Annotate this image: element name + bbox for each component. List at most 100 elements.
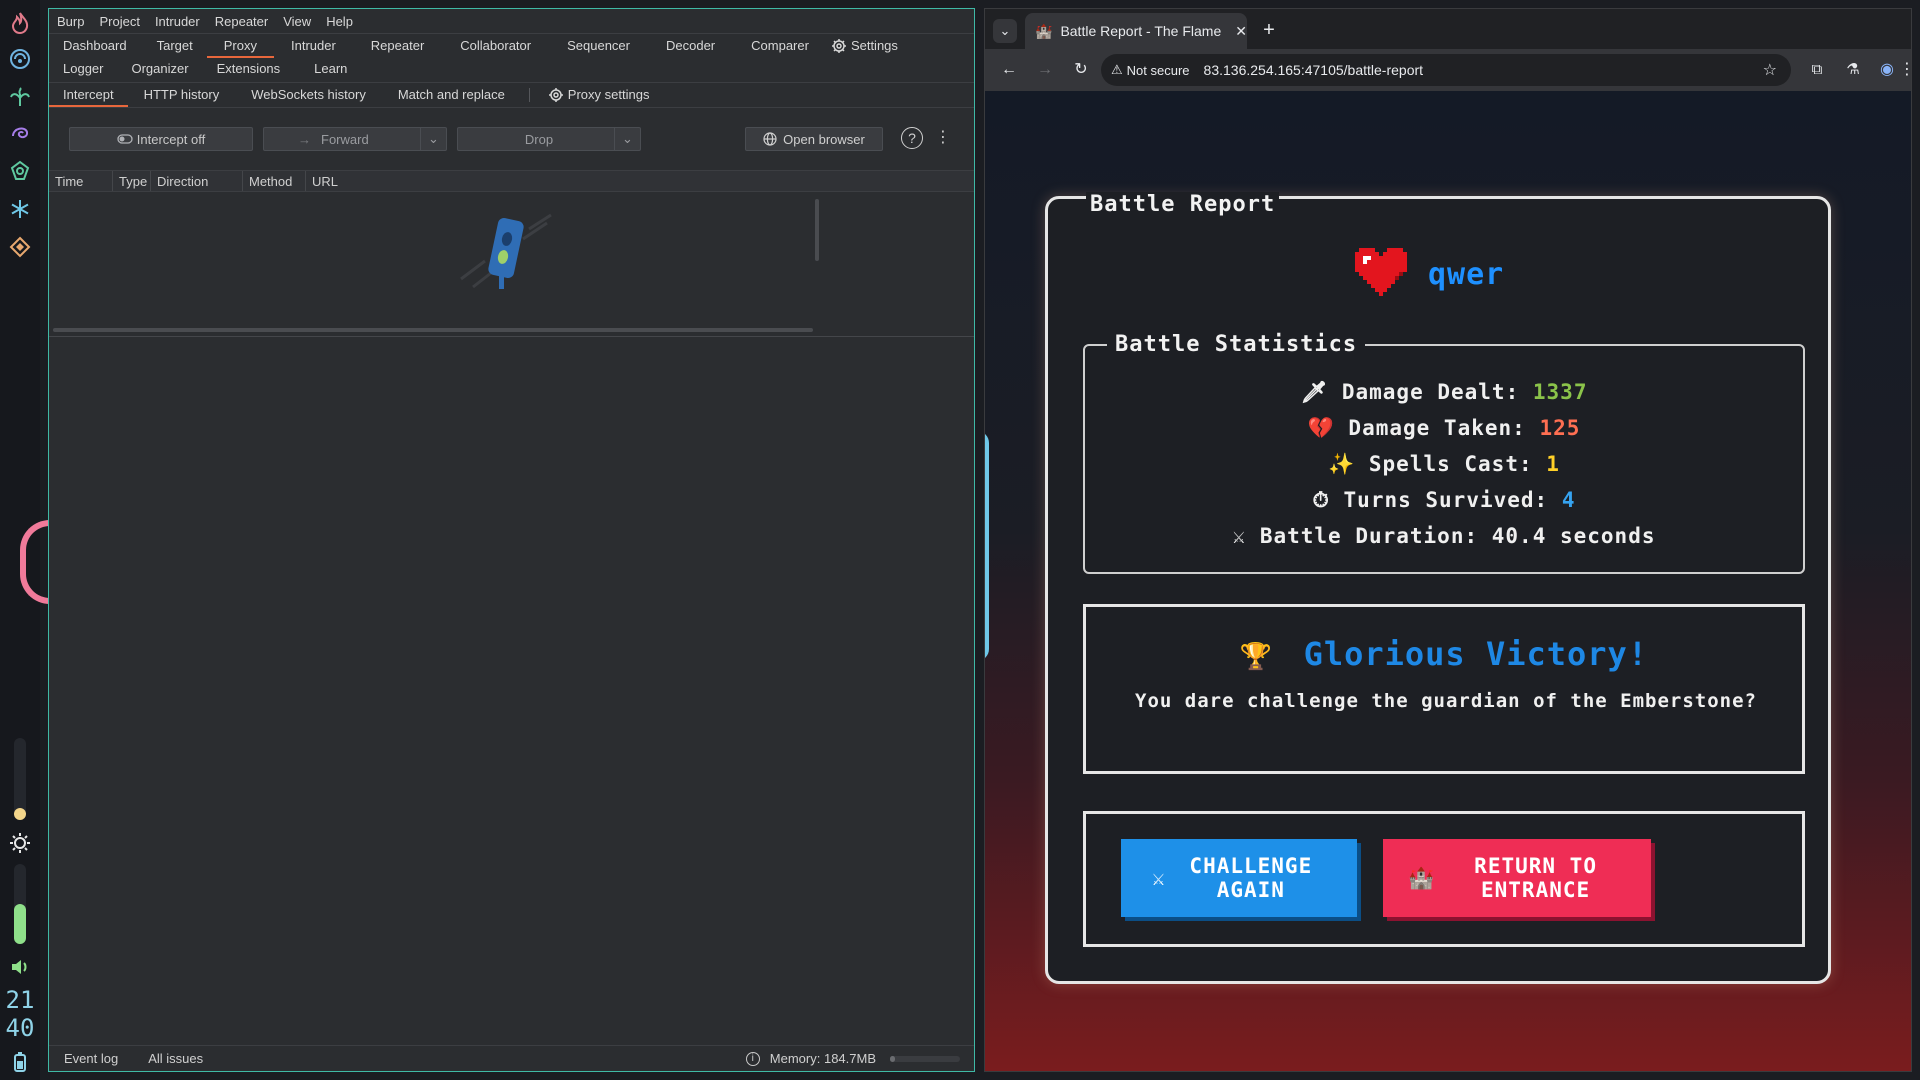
reload-icon[interactable]: ↻ [1069, 58, 1093, 82]
column-type[interactable]: Type [113, 171, 151, 191]
column-method[interactable]: Method [243, 171, 306, 191]
tab-target[interactable]: Target [141, 34, 207, 58]
volume-slider-fill [14, 904, 26, 944]
event-log-link[interactable]: Event log [64, 1051, 118, 1066]
tab-extensions[interactable]: Extensions [203, 57, 295, 81]
battle-statistics-panel: Battle Statistics 🗡 Damage Dealt: 1337 💔… [1083, 332, 1805, 574]
wallpaper-ring [20, 520, 50, 604]
stat-value: 125 [1539, 416, 1581, 440]
all-issues-link[interactable]: All issues [148, 1051, 203, 1066]
return-to-entrance-button[interactable]: 🏰 RETURN TO ENTRANCE [1383, 839, 1651, 917]
drop-button[interactable]: Drop ⌄ [457, 127, 641, 151]
settings-button[interactable]: Settings [827, 34, 898, 58]
tab-decoder[interactable]: Decoder [648, 34, 733, 58]
open-browser-button[interactable]: Open browser [745, 127, 883, 151]
swirl-app-icon[interactable] [8, 121, 32, 145]
victory-heading: 🏆 Glorious Victory! [1086, 635, 1802, 673]
chevron-down-icon[interactable]: ⌄ [420, 128, 446, 150]
stat-value: 4 [1561, 488, 1576, 512]
back-icon[interactable]: ← [997, 58, 1021, 82]
tab-learn[interactable]: Learn [294, 57, 367, 81]
tab-logger[interactable]: Logger [49, 57, 117, 81]
menu-burp[interactable]: Burp [57, 14, 84, 29]
settings-label: Settings [850, 38, 898, 53]
split-divider[interactable] [49, 336, 974, 337]
warning-icon: ⚠ [1111, 62, 1123, 77]
help-icon[interactable]: ? [901, 127, 923, 149]
subtab-match-replace[interactable]: Match and replace [382, 83, 521, 107]
labs-flask-icon[interactable]: ⚗ [1841, 58, 1865, 82]
menu-repeater[interactable]: Repeater [215, 14, 268, 29]
tab-search-icon[interactable]: ⌄ [993, 19, 1017, 43]
menu-view[interactable]: View [283, 14, 311, 29]
brightness-slider-track[interactable] [14, 738, 26, 818]
vertical-scrollbar[interactable] [815, 199, 819, 261]
subtab-websockets-history[interactable]: WebSockets history [235, 83, 382, 107]
stat-label: Damage Dealt: [1341, 380, 1520, 404]
chrome-toolbar: ← → ↻ ⚠ Not secure 83.136.254.165:47105/… [985, 49, 1915, 91]
tab-intruder[interactable]: Intruder [274, 34, 353, 58]
menu-help[interactable]: Help [326, 14, 353, 29]
close-tab-icon[interactable]: ✕ [1235, 23, 1247, 40]
tab-collaborator[interactable]: Collaborator [442, 34, 549, 58]
sparkles-icon: ✨ [1328, 452, 1356, 476]
tab-title: Battle Report - The Flame [1060, 23, 1222, 39]
column-url[interactable]: URL [306, 171, 974, 191]
gear-icon [548, 88, 563, 102]
wifi-app-icon[interactable] [8, 47, 32, 71]
stat-turns-survived: ⏱ Turns Survived: 4 [1085, 488, 1803, 513]
plant-app-icon[interactable] [8, 85, 32, 109]
tab-proxy[interactable]: Proxy [206, 34, 275, 58]
memory-label: Memory: 184.7MB [769, 1051, 876, 1066]
flame-app-icon[interactable] [8, 11, 32, 35]
challenge-again-button[interactable]: ⚔ CHALLENGE AGAIN [1121, 839, 1357, 917]
diamond-app-icon[interactable] [8, 235, 32, 259]
memory-indicator: i Memory: 184.7MB [745, 1051, 960, 1066]
intercept-toggle-button[interactable]: Intercept off [69, 127, 253, 151]
extensions-icon[interactable]: ⧉ [1805, 58, 1829, 82]
victory-message: You dare challenge the guardian of the E… [1135, 690, 1757, 712]
brightness-slider-knob[interactable] [14, 808, 26, 820]
horizontal-scrollbar[interactable] [53, 328, 813, 332]
background-ring [985, 431, 989, 661]
chrome-menu-icon[interactable]: ⋮ [1899, 58, 1915, 82]
browser-tab[interactable]: 🏰 Battle Report - The Flame ✕ [1025, 13, 1247, 49]
snowflake-app-icon[interactable] [8, 197, 32, 221]
tab-sequencer[interactable]: Sequencer [549, 34, 648, 58]
menu-intruder[interactable]: Intruder [155, 14, 200, 29]
stopwatch-icon: ⏱ [1312, 488, 1330, 512]
stat-value: 40.4 seconds [1491, 524, 1656, 548]
profile-icon[interactable]: ◉ [1875, 58, 1899, 82]
subtab-http-history[interactable]: HTTP history [128, 83, 236, 107]
chevron-down-icon[interactable]: ⌄ [614, 128, 640, 150]
info-icon: i [745, 1051, 760, 1066]
proxy-settings-button[interactable]: Proxy settings [538, 83, 660, 107]
tab-repeater[interactable]: Repeater [353, 34, 442, 58]
page-viewport: Battle Report qwer Battle Statistics 🗡 D… [985, 91, 1911, 1071]
tab-organizer[interactable]: Organizer [117, 57, 202, 81]
address-bar[interactable]: ⚠ Not secure 83.136.254.165:47105/battle… [1101, 54, 1791, 86]
bookmark-star-icon[interactable]: ☆ [1763, 60, 1777, 80]
open-browser-label: Open browser [783, 131, 865, 147]
more-options-icon[interactable]: ⋮ [935, 127, 951, 149]
url-text[interactable]: 83.136.254.165:47105/battle-report [1204, 62, 1424, 78]
victory-panel: 🏆 Glorious Victory! You dare challenge t… [1083, 604, 1805, 774]
player-name: qwer [1428, 257, 1505, 292]
column-direction[interactable]: Direction [151, 171, 243, 191]
column-time[interactable]: Time [49, 171, 113, 191]
security-label[interactable]: Not secure [1127, 63, 1190, 78]
tab-dashboard[interactable]: Dashboard [49, 34, 141, 58]
clock-minute: 40 [5, 1014, 35, 1042]
forward-button[interactable]: → Forward ⌄ [263, 127, 447, 151]
tab-comparer[interactable]: Comparer [733, 34, 827, 58]
battle-report-card: Battle Report qwer Battle Statistics 🗡 D… [1045, 192, 1831, 984]
chrome-window: ⌄ 🏰 Battle Report - The Flame ✕ + ← → ↻ … [984, 8, 1915, 1072]
intercept-table-header: Time Type Direction Method URL [49, 170, 974, 192]
challenge-label: CHALLENGE AGAIN [1189, 854, 1313, 902]
subtab-intercept[interactable]: Intercept [49, 83, 128, 107]
shield-app-icon[interactable] [8, 159, 32, 183]
forward-icon[interactable]: → [1033, 58, 1057, 82]
stat-label: Turns Survived: [1343, 488, 1549, 512]
menu-project[interactable]: Project [99, 14, 139, 29]
new-tab-icon[interactable]: + [1257, 18, 1281, 42]
